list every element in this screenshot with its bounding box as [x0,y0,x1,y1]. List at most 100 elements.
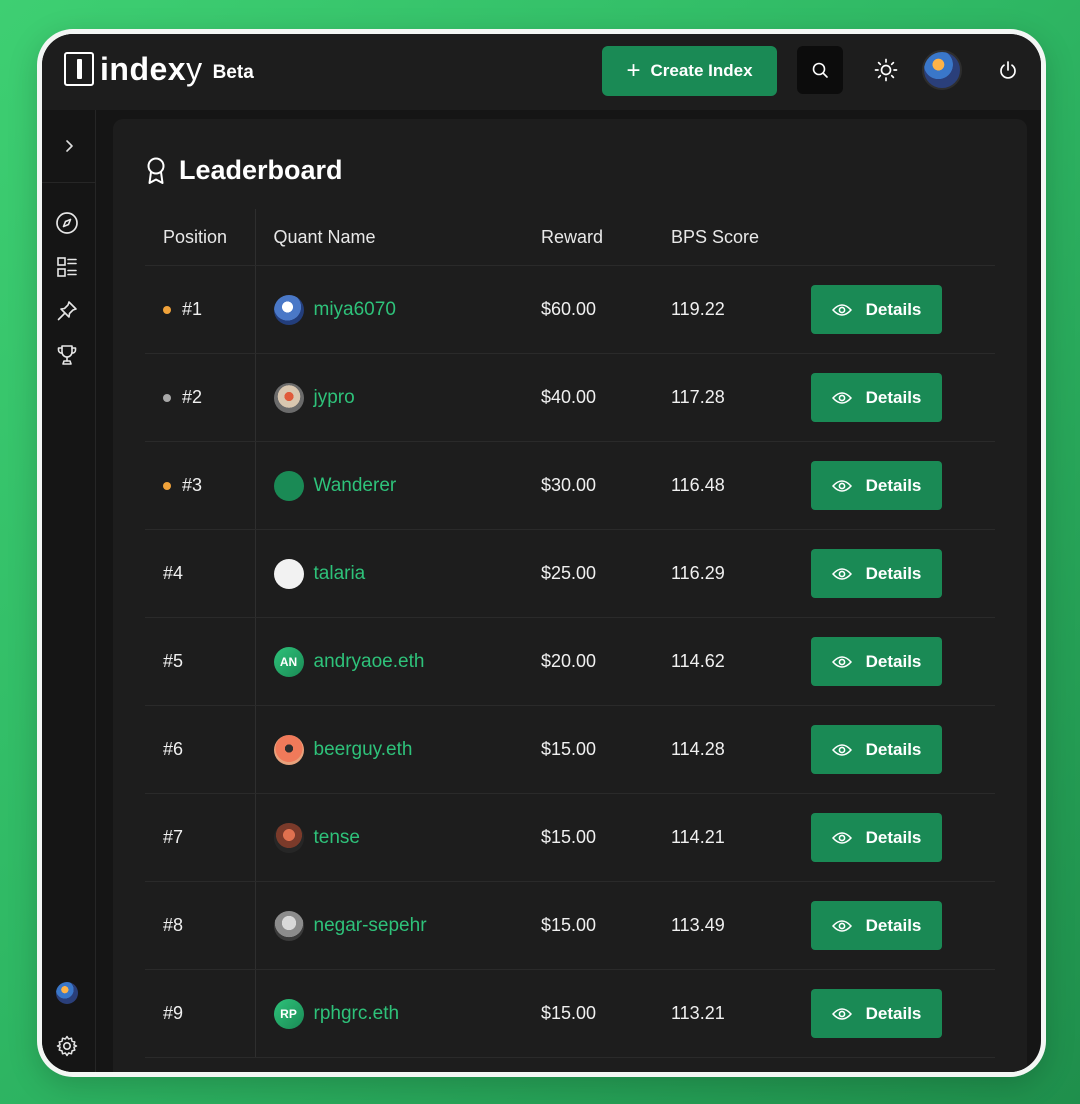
quant-name-link[interactable]: miya6070 [314,299,396,321]
sidebar-user-avatar[interactable] [56,982,78,1004]
table-body: #1 miya6070 $60.00 119.22 Details #2 jyp… [145,265,995,1058]
position-text: #8 [163,915,184,935]
beta-label: Beta [212,62,254,83]
details-button[interactable]: Details [811,813,942,862]
quant-avatar [273,910,304,941]
position-text: #6 [163,739,184,759]
position-text: #1 [182,299,203,319]
leaderboard-panel: Leaderboard Position Quant Name Reward B… [113,119,1027,1072]
details-button[interactable]: Details [811,373,942,422]
sidebar-item-indexes[interactable] [54,254,80,280]
rank-indicator-dot [163,393,171,402]
position-cell: #4 [145,529,256,618]
compass-icon [56,212,78,234]
details-button[interactable]: Details [811,549,942,598]
sidebar-item-leaderboard[interactable] [54,342,80,368]
actions-cell: Details [811,353,995,442]
details-label: Details [865,827,922,847]
quant-name-link[interactable]: jypro [314,387,355,409]
reward-cell: $60.00 [541,265,671,354]
list-icon [57,257,77,277]
reward-cell: $15.00 [541,705,671,794]
table-row: #2 jypro $40.00 117.28 Details [145,353,995,442]
sidebar-expand-button[interactable] [42,110,95,183]
sidebar-item-discover[interactable] [54,210,80,236]
table-row: #4 talaria $25.00 116.29 Details [145,529,995,618]
bps-score-cell: 114.21 [671,793,811,882]
logo-word: indexy [100,51,203,87]
details-button[interactable]: Details [811,901,942,950]
bps-score-cell: 119.22 [671,265,811,354]
position-cell: #1 [145,265,256,354]
quant-name-link[interactable]: rphgrc.eth [314,1003,400,1025]
table-row: #6 beerguy.eth $15.00 114.28 Details [145,705,995,794]
details-button[interactable]: Details [811,989,942,1038]
rank-indicator-dot [163,481,171,490]
reward-cell: $15.00 [541,969,671,1058]
search-button[interactable] [797,46,843,94]
quant-name-link[interactable]: Wanderer [314,475,397,497]
actions-cell: Details [811,441,995,530]
trophy-icon [57,345,77,365]
table-row: #3 Wanderer $30.00 116.48 Details [145,441,995,530]
quant-name-link[interactable]: tense [314,827,360,849]
user-avatar[interactable] [922,50,962,90]
actions-cell: Details [811,529,995,618]
quant-name-cell: RP rphgrc.eth [255,969,541,1058]
search-icon [812,62,828,78]
position-text: #4 [163,563,184,583]
theme-toggle-button[interactable] [863,46,909,94]
eye-icon [831,655,852,668]
leaderboard-table: Position Quant Name Reward BPS Score #1 … [145,209,995,1058]
bps-score-cell: 114.28 [671,705,811,794]
quant-avatar [273,558,304,589]
table-row: #5 AN andryaoe.eth $20.00 114.62 Details [145,617,995,706]
quant-name-cell: miya6070 [255,265,541,354]
bps-score-cell: 117.28 [671,353,811,442]
sidebar-item-pinned[interactable] [54,298,80,324]
eye-icon [831,831,852,844]
quant-name-cell: Wanderer [255,441,541,530]
details-label: Details [865,475,922,495]
quant-name-cell: AN andryaoe.eth [255,617,541,706]
details-button[interactable]: Details [811,285,942,334]
sidebar-item-settings[interactable] [54,1033,80,1059]
actions-cell: Details [811,881,995,970]
quant-name-cell: jypro [255,353,541,442]
position-text: #5 [163,651,184,671]
details-button[interactable]: Details [811,725,942,774]
position-cell: #6 [145,705,256,794]
rank-indicator-dot [163,305,171,314]
position-cell: #2 [145,353,256,442]
eye-icon [831,303,852,316]
quant-name-link[interactable]: negar-sepehr [314,915,427,937]
quant-name-cell: beerguy.eth [255,705,541,794]
details-button[interactable]: Details [811,461,942,510]
logout-button[interactable] [985,46,1031,94]
quant-name-link[interactable]: andryaoe.eth [314,651,425,673]
table-row: #1 miya6070 $60.00 119.22 Details [145,265,995,354]
actions-cell: Details [811,705,995,794]
details-button[interactable]: Details [811,637,942,686]
quant-name-link[interactable]: beerguy.eth [314,739,413,761]
reward-cell: $25.00 [541,529,671,618]
power-icon [1000,61,1016,79]
header: indexy Beta + Create Index [42,34,1041,110]
position-cell: #9 [145,969,256,1058]
create-index-button[interactable]: + Create Index [602,46,777,96]
table-row: #7 tense $15.00 114.21 Details [145,793,995,882]
column-header-position: Position [145,209,256,266]
position-cell: #3 [145,441,256,530]
logo[interactable]: indexy Beta [64,52,254,86]
quant-name-link[interactable]: talaria [314,563,366,585]
logo-mark-icon [64,52,94,86]
settings-icon [56,1035,78,1057]
pin-icon [57,301,77,321]
eye-icon [831,479,852,492]
quant-avatar [273,734,304,765]
award-icon [147,157,165,184]
eye-icon [831,1007,852,1020]
position-text: #7 [163,827,184,847]
sidebar [42,110,96,1072]
bps-score-cell: 113.21 [671,969,811,1058]
